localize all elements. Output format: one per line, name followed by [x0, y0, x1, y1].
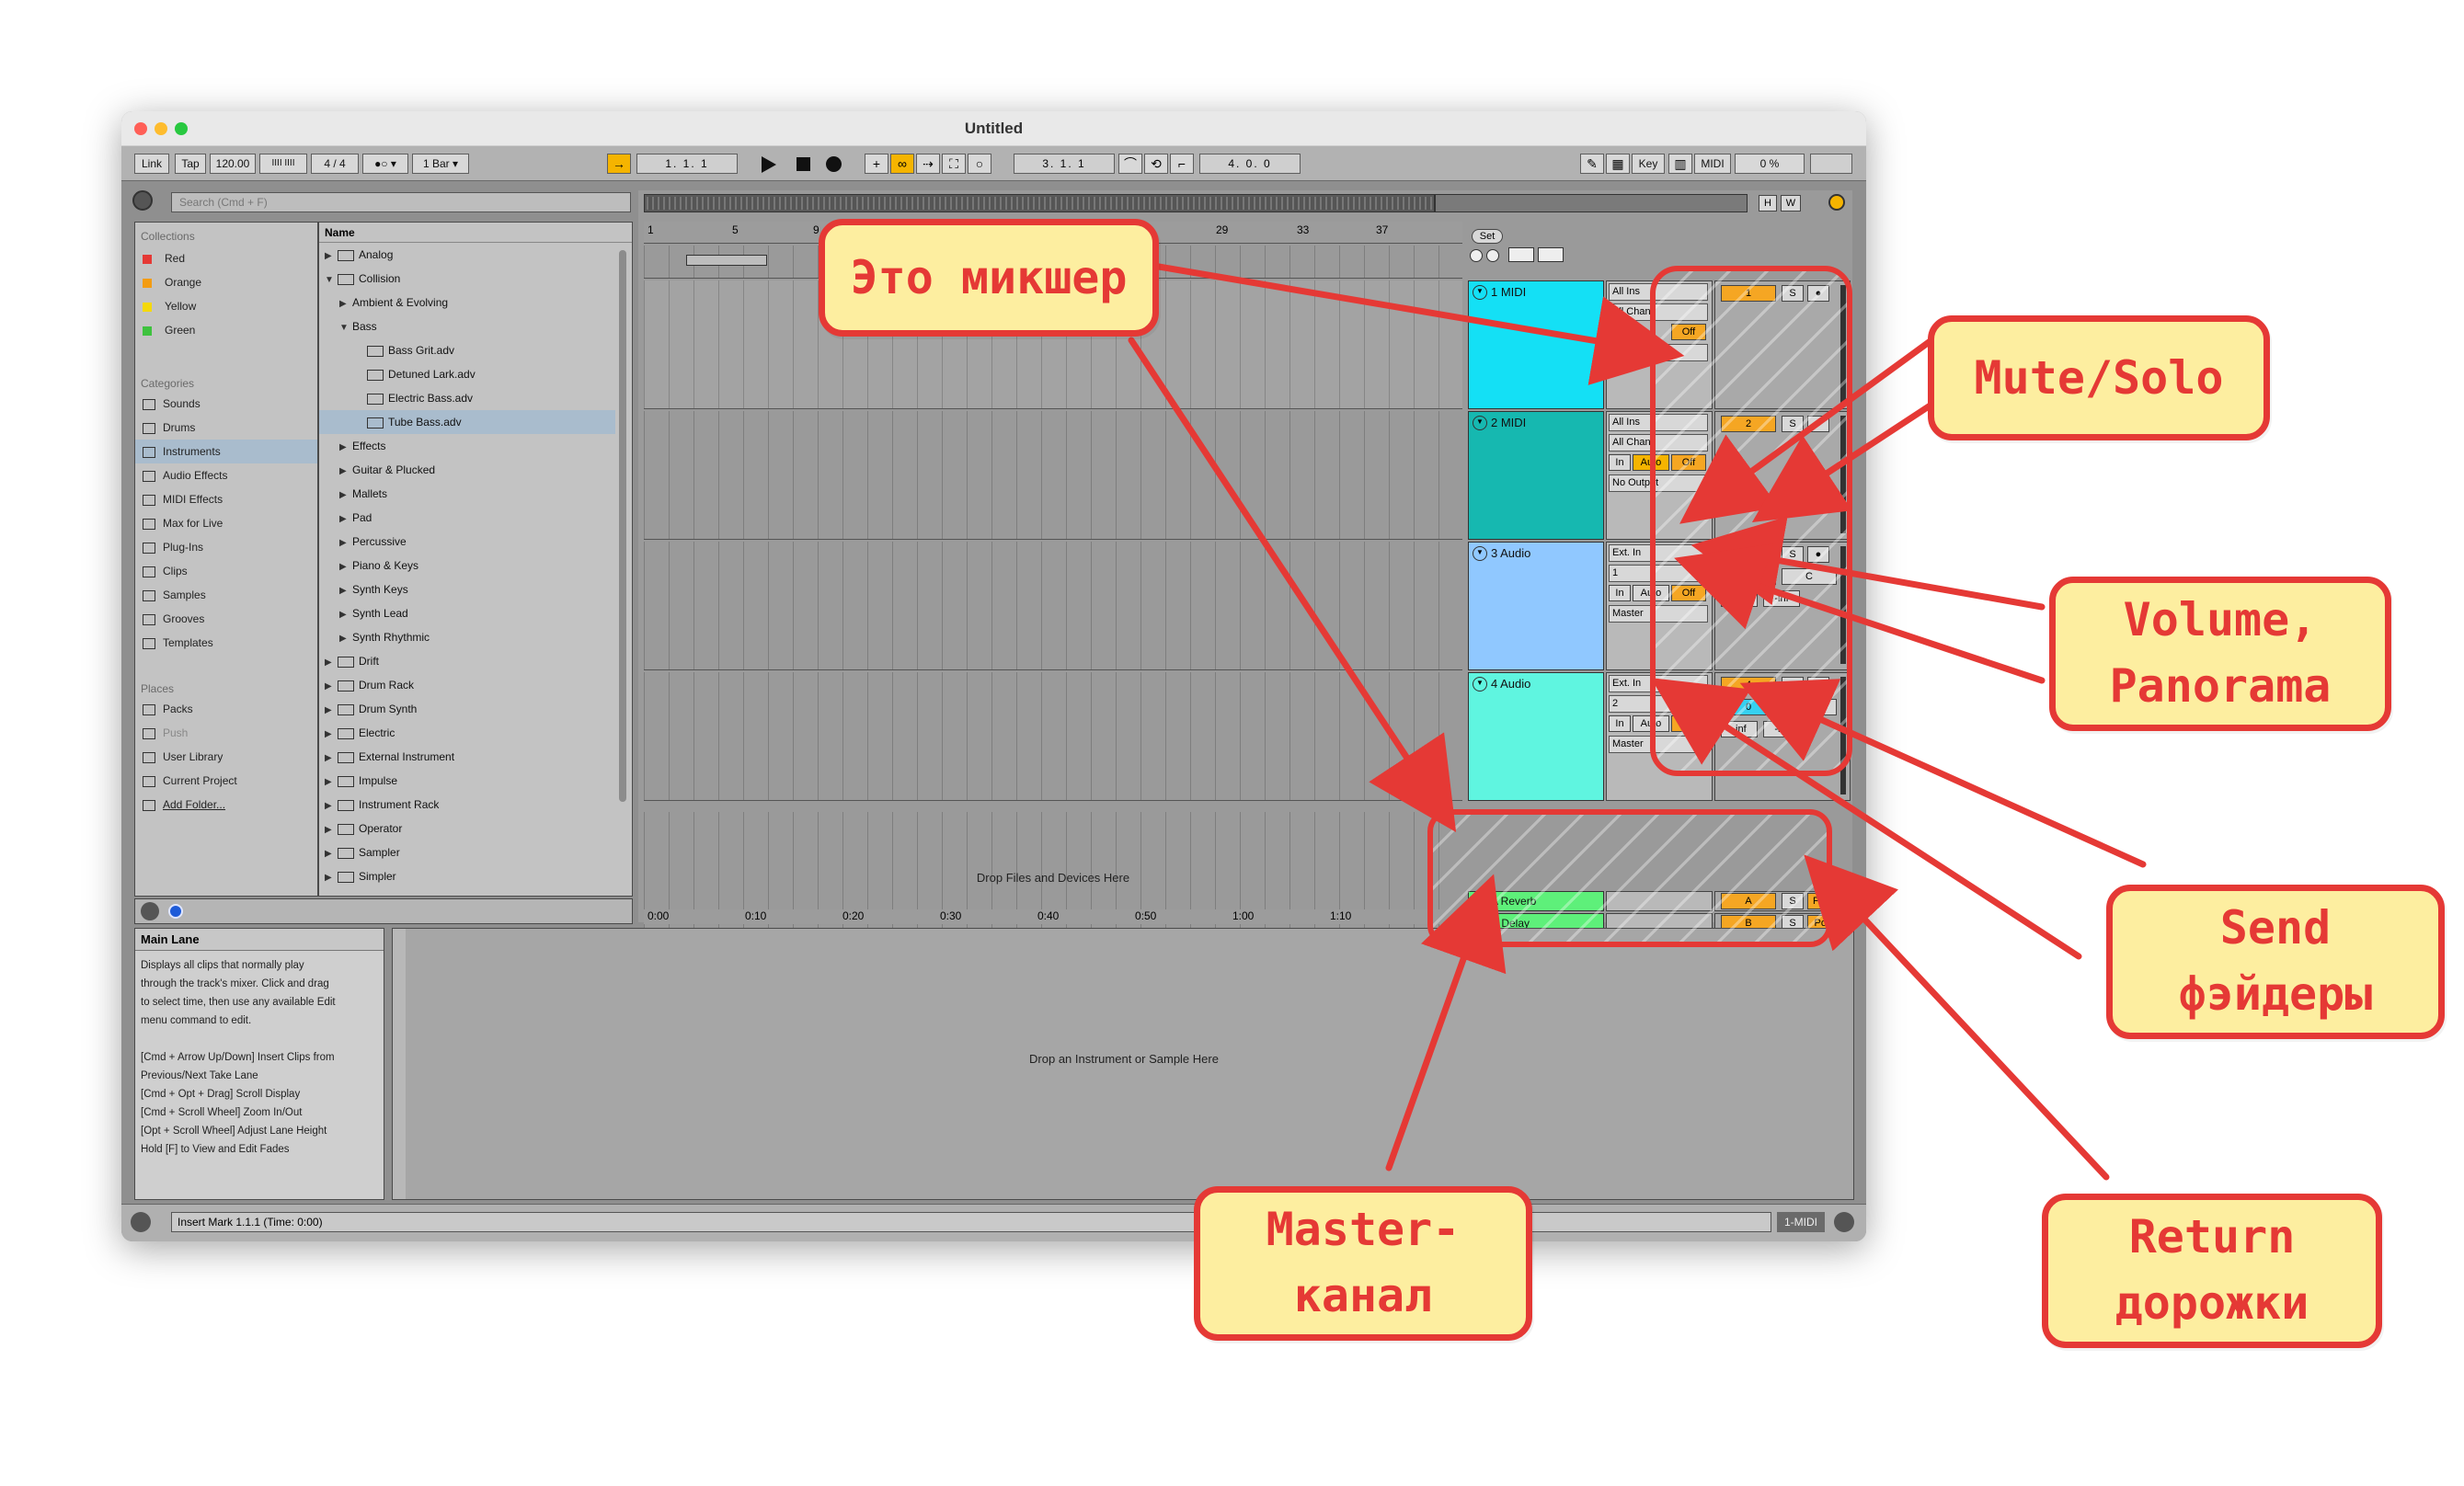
arrow-send-2	[1650, 678, 2082, 960]
arrow-volume-1	[1690, 516, 2046, 611]
arrow-mixer-to-returns	[1128, 337, 1457, 833]
arrow-mixer-to-channel	[1155, 263, 1685, 385]
callout-master: Master- канал	[1194, 1186, 1532, 1341]
callout-mixer: Это микшер	[819, 219, 1159, 337]
arrow-master	[1385, 874, 1507, 1172]
callout-send: Send фэйдеры	[2106, 885, 2445, 1039]
arrow-volume-2	[1674, 543, 2046, 684]
callout-return: Return дорожки	[2042, 1194, 2382, 1348]
arrow-mutesolo-2	[1751, 401, 1935, 523]
callout-volume-panorama: Volume, Panorama	[2049, 577, 2391, 731]
callout-mute-solo: Mute/Solo	[1928, 315, 2270, 440]
arrow-return	[1804, 854, 2110, 1181]
